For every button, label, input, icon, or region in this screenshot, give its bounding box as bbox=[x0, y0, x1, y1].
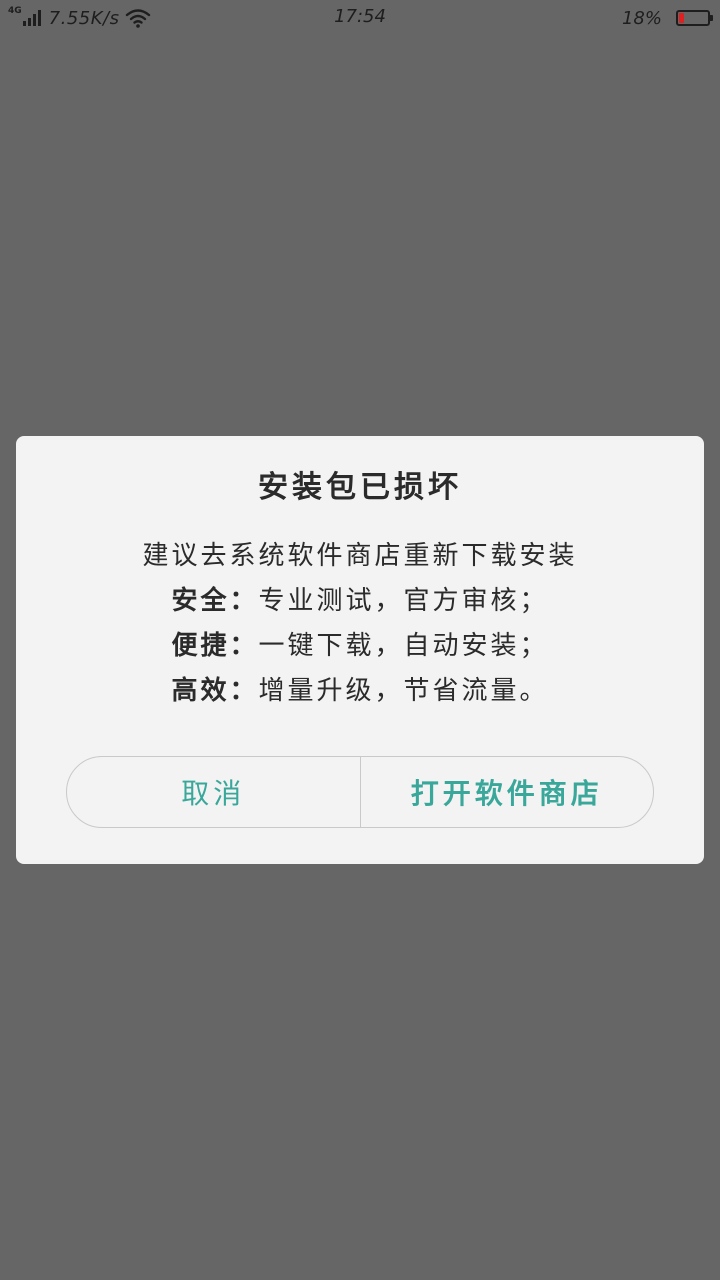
feature-text: 一键下载，自动安装； bbox=[258, 631, 549, 661]
feature-label: 安全： bbox=[171, 586, 259, 616]
status-time: 17:54 bbox=[334, 6, 386, 27]
feature-label: 便捷： bbox=[171, 631, 259, 661]
status-bar: 4G 7.55K/s 17:54 18% bbox=[0, 0, 720, 36]
dialog-button-group: 取消 打开软件商店 bbox=[66, 756, 654, 828]
feature-line-convenient: 便捷：一键下载，自动安装； bbox=[0, 624, 720, 669]
feature-text: 专业测试，官方审核； bbox=[258, 586, 549, 616]
feature-line-efficient: 高效：增量升级，节省流量。 bbox=[0, 669, 720, 714]
feature-text: 增量升级，节省流量。 bbox=[258, 676, 549, 706]
battery-icon bbox=[676, 10, 713, 26]
battery-percent: 18% bbox=[621, 7, 662, 29]
cancel-button[interactable]: 取消 bbox=[67, 757, 360, 827]
dialog-body: 建议去系统软件商店重新下载安装 安全：专业测试，官方审核； 便捷：一键下载，自动… bbox=[0, 534, 720, 714]
battery-fill bbox=[679, 13, 684, 23]
dialog-message: 建议去系统软件商店重新下载安装 bbox=[142, 541, 578, 571]
feature-label: 高效： bbox=[171, 676, 259, 706]
feature-line-safe: 安全：专业测试，官方审核； bbox=[0, 579, 720, 624]
open-app-store-button[interactable]: 打开软件商店 bbox=[361, 757, 654, 827]
dialog-title: 安装包已损坏 bbox=[258, 470, 462, 505]
status-right: 18% bbox=[621, 6, 713, 30]
